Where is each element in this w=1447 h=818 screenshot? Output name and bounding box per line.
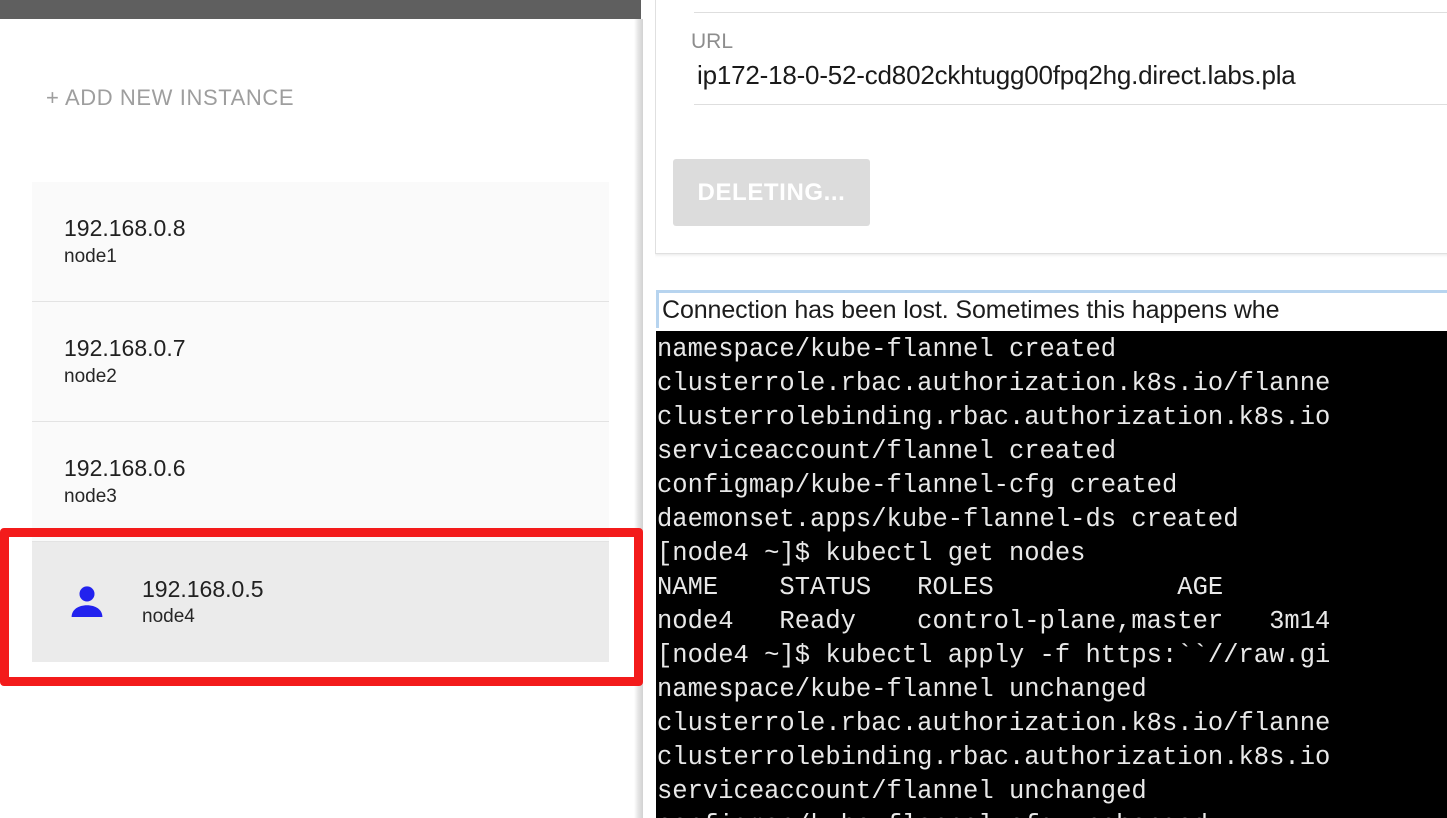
- terminal-line: serviceaccount/flannel unchanged: [657, 777, 1147, 806]
- connection-lost-banner: Connection has been lost. Sometimes this…: [656, 290, 1447, 328]
- url-field-label: URL: [691, 30, 734, 53]
- terminal-line: serviceaccount/flannel created: [657, 437, 1117, 466]
- terminal-line: daemonset.apps/kube-flannel-ds created: [657, 505, 1239, 534]
- terminal-line: namespace/kube-flannel created: [657, 335, 1117, 364]
- instance-name: node4: [142, 606, 195, 628]
- instance-detail-panel: URL ip172-18-0-52-cd802ckhtugg00fpq2hg.d…: [655, 0, 1447, 818]
- sidebar-scrollbar[interactable]: [634, 19, 643, 818]
- instance-labels: 192.168.0.6 node3: [64, 456, 186, 506]
- instance-name: node3: [64, 485, 117, 507]
- delete-instance-button[interactable]: DELETING...: [673, 159, 870, 226]
- instance-list-item[interactable]: 192.168.0.8 node1: [32, 182, 609, 302]
- terminal-line: [node4 ~]$ kubectl apply -f https:``//ra…: [657, 641, 1331, 670]
- url-field-value[interactable]: ip172-18-0-52-cd802ckhtugg00fpq2hg.direc…: [697, 60, 1296, 91]
- terminal-line: NAME STATUS ROLES AGE: [657, 573, 1224, 602]
- terminal-line: clusterrole.rbac.authorization.k8s.io/fl…: [657, 369, 1331, 398]
- instance-ip: 192.168.0.8: [64, 215, 186, 242]
- instances-sidebar: + ADD NEW INSTANCE 192.168.0.8 node1 192…: [0, 19, 641, 818]
- terminal-line: configmap/kube-flannel-cfg created: [657, 471, 1178, 500]
- instance-ip: 192.168.0.5: [142, 575, 264, 602]
- terminal-line: [node4 ~]$ kubectl get nodes: [657, 539, 1086, 568]
- connection-lost-message: Connection has been lost. Sometimes this…: [662, 296, 1280, 324]
- terminal-output[interactable]: namespace/kube-flannel created clusterro…: [656, 331, 1447, 818]
- field-divider: [694, 104, 1447, 105]
- instance-labels: 192.168.0.8 node1: [64, 216, 186, 266]
- terminal-line: namespace/kube-flannel unchanged: [657, 675, 1147, 704]
- instance-ip: 192.168.0.6: [64, 455, 186, 482]
- terminal-line: configmap/kube-flannel-cfg unchanged: [656, 809, 1447, 818]
- terminal-line: clusterrolebinding.rbac.authorization.k8…: [657, 403, 1331, 432]
- person-icon: [32, 580, 142, 624]
- window-title-bar: [0, 0, 641, 19]
- panel-gap: [643, 0, 655, 818]
- instance-list-item-selected[interactable]: 192.168.0.5 node4: [32, 542, 609, 662]
- instance-name: node1: [64, 245, 117, 267]
- instance-labels: 192.168.0.5 node4: [142, 577, 264, 627]
- instance-list: 192.168.0.8 node1 192.168.0.7 node2 192.…: [32, 182, 609, 662]
- instance-ip: 192.168.0.7: [64, 335, 186, 362]
- instance-labels: 192.168.0.7 node2: [64, 336, 186, 386]
- instance-list-item[interactable]: 192.168.0.7 node2: [32, 302, 609, 422]
- screenshot-root: + ADD NEW INSTANCE 192.168.0.8 node1 192…: [0, 0, 1447, 818]
- instance-list-item[interactable]: 192.168.0.6 node3: [32, 422, 609, 542]
- terminal-line: clusterrole.rbac.authorization.k8s.io/fl…: [657, 709, 1331, 738]
- instance-detail-card: URL ip172-18-0-52-cd802ckhtugg00fpq2hg.d…: [655, 0, 1447, 254]
- terminal-line: node4 Ready control-plane,master 3m14: [657, 607, 1331, 636]
- field-divider: [694, 12, 1447, 13]
- terminal-line: clusterrolebinding.rbac.authorization.k8…: [657, 743, 1331, 772]
- add-new-instance-button[interactable]: + ADD NEW INSTANCE: [46, 85, 294, 111]
- instance-name: node2: [64, 365, 117, 387]
